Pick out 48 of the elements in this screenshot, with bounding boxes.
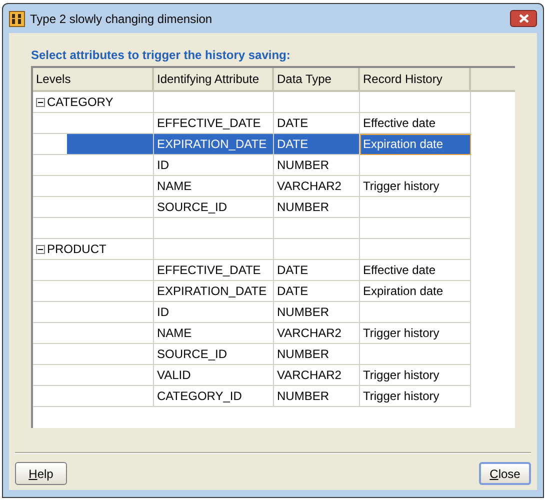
- table-cell: VARCHAR2: [274, 323, 360, 344]
- record-history-cell: Trigger history: [360, 365, 471, 386]
- record-history-cell: Expiration date: [360, 134, 471, 155]
- table-cell: ID: [154, 302, 274, 323]
- column-header[interactable]: Identifying Attribute: [154, 68, 274, 92]
- close-button[interactable]: [510, 10, 537, 27]
- table-cell: ID: [154, 155, 274, 176]
- table-cell: EXPIRATION_DATE: [154, 281, 274, 302]
- table-cell: NUMBER: [274, 197, 360, 218]
- record-history-cell: Expiration date: [360, 281, 471, 302]
- window-title: Type 2 slowly changing dimension: [30, 10, 212, 28]
- table-cell: DATE: [274, 260, 360, 281]
- table-cell: NAME: [154, 323, 274, 344]
- record-history-cell: Trigger history: [360, 323, 471, 344]
- close-dialog-button[interactable]: Close: [479, 462, 531, 485]
- close-icon: [518, 14, 528, 23]
- table-cell: CATEGORY_ID: [154, 386, 274, 407]
- level-name: CATEGORY: [47, 94, 114, 111]
- collapse-icon[interactable]: [36, 98, 45, 106]
- help-button[interactable]: Help: [15, 462, 67, 485]
- table-cell: VALID: [154, 365, 274, 386]
- table-cell: NAME: [154, 176, 274, 197]
- record-history-cell: Trigger history: [360, 176, 471, 197]
- table-cell: EFFECTIVE_DATE: [154, 260, 274, 281]
- table-cell: SOURCE_ID: [154, 344, 274, 365]
- header-filler: [471, 68, 515, 92]
- record-history-cell: Effective date: [360, 113, 471, 134]
- table-cell: VARCHAR2: [274, 365, 360, 386]
- table-cell: DATE: [274, 134, 360, 155]
- table-cell: EXPIRATION_DATE: [154, 134, 274, 155]
- table-cell: VARCHAR2: [274, 176, 360, 197]
- table-cell: DATE: [274, 281, 360, 302]
- collapse-icon[interactable]: [36, 244, 45, 254]
- record-history-cell: Trigger history: [360, 386, 471, 407]
- table-cell: NUMBER: [274, 302, 360, 323]
- record-history-cell: Effective date: [360, 260, 471, 281]
- table-cell: NUMBER: [274, 344, 360, 365]
- table-cell: EFFECTIVE_DATE: [154, 113, 274, 134]
- table-cell: NUMBER: [274, 155, 360, 176]
- column-header[interactable]: Data Type: [274, 68, 360, 92]
- app-icon: [9, 10, 25, 26]
- table-cell: DATE: [274, 113, 360, 134]
- column-header[interactable]: Levels: [33, 68, 154, 92]
- level-name: PRODUCT: [47, 241, 106, 258]
- table-cell: NUMBER: [274, 386, 360, 407]
- table-cell: SOURCE_ID: [154, 197, 274, 218]
- instruction-text: Select attributes to trigger the history saving:: [31, 47, 292, 64]
- column-header[interactable]: Record History: [360, 68, 471, 92]
